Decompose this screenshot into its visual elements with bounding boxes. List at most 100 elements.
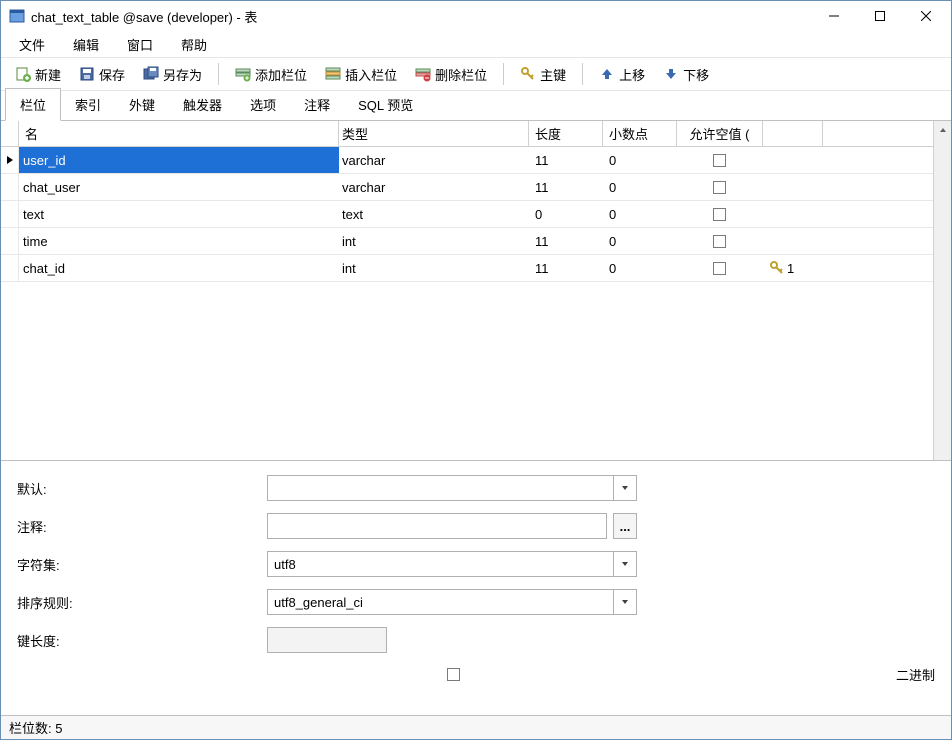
new-button[interactable]: 新建 bbox=[7, 61, 69, 88]
cell-length[interactable]: 11 bbox=[529, 174, 603, 200]
cell-type[interactable]: int bbox=[339, 228, 529, 254]
vertical-scrollbar[interactable] bbox=[933, 121, 951, 460]
delete-field-button[interactable]: 删除栏位 bbox=[407, 61, 495, 88]
cell-length[interactable]: 11 bbox=[529, 147, 603, 173]
save-button[interactable]: 保存 bbox=[71, 61, 133, 88]
primary-key-button[interactable]: 主键 bbox=[512, 61, 574, 88]
arrow-up-icon bbox=[599, 66, 615, 82]
table-row[interactable]: chat_idint1101 bbox=[1, 255, 933, 282]
move-up-button[interactable]: 上移 bbox=[591, 61, 653, 88]
collation-dropdown-button[interactable] bbox=[614, 589, 637, 615]
delete-field-label: 删除栏位 bbox=[435, 65, 487, 84]
menu-edit[interactable]: 编辑 bbox=[61, 31, 111, 58]
collation-label: 排序规则: bbox=[17, 593, 267, 612]
cell-length[interactable]: 0 bbox=[529, 201, 603, 227]
key-icon bbox=[520, 66, 536, 82]
cell-type[interactable]: text bbox=[339, 201, 529, 227]
allow-null-checkbox[interactable] bbox=[713, 154, 726, 167]
cell-allow-null[interactable] bbox=[677, 201, 763, 227]
toolbar-separator bbox=[218, 63, 219, 85]
tab-fields[interactable]: 栏位 bbox=[5, 88, 61, 121]
cell-type[interactable]: varchar bbox=[339, 147, 529, 173]
row-handle[interactable] bbox=[1, 147, 19, 173]
allow-null-checkbox[interactable] bbox=[713, 181, 726, 194]
col-decimals-header[interactable]: 小数点 bbox=[603, 121, 677, 146]
new-label: 新建 bbox=[35, 65, 61, 84]
toolbar-separator bbox=[503, 63, 504, 85]
cell-length[interactable]: 11 bbox=[529, 228, 603, 254]
default-label: 默认: bbox=[17, 479, 267, 498]
tabbar: 栏位 索引 外键 触发器 选项 注释 SQL 预览 bbox=[1, 91, 951, 121]
col-name-header[interactable]: 名 bbox=[19, 121, 339, 146]
statusbar: 栏位数: 5 bbox=[1, 715, 951, 739]
cell-decimals[interactable]: 0 bbox=[603, 147, 677, 173]
cell-length[interactable]: 11 bbox=[529, 255, 603, 281]
menu-file[interactable]: 文件 bbox=[7, 31, 57, 58]
table-row[interactable]: texttext00 bbox=[1, 201, 933, 228]
tab-indexes[interactable]: 索引 bbox=[61, 89, 115, 120]
cell-name[interactable]: chat_id bbox=[19, 255, 339, 281]
menu-help[interactable]: 帮助 bbox=[169, 31, 219, 58]
add-field-icon bbox=[235, 66, 251, 82]
cell-allow-null[interactable] bbox=[677, 255, 763, 281]
default-input[interactable] bbox=[267, 475, 614, 501]
arrow-down-icon bbox=[663, 66, 679, 82]
row-handle[interactable] bbox=[1, 174, 19, 200]
table-row[interactable]: chat_uservarchar110 bbox=[1, 174, 933, 201]
col-allow-null-header[interactable]: 允许空值 ( bbox=[677, 121, 763, 146]
cell-type[interactable]: varchar bbox=[339, 174, 529, 200]
tab-sql-preview[interactable]: SQL 预览 bbox=[344, 89, 427, 120]
row-handle[interactable] bbox=[1, 201, 19, 227]
table-row[interactable]: user_idvarchar110 bbox=[1, 147, 933, 174]
cell-type[interactable]: int bbox=[339, 255, 529, 281]
keylen-input bbox=[267, 627, 387, 653]
insert-field-button[interactable]: 插入栏位 bbox=[317, 61, 405, 88]
cell-decimals[interactable]: 0 bbox=[603, 201, 677, 227]
tab-options[interactable]: 选项 bbox=[236, 89, 290, 120]
grid-body[interactable]: user_idvarchar110chat_uservarchar110text… bbox=[1, 147, 933, 460]
cell-key bbox=[763, 201, 823, 227]
cell-decimals[interactable]: 0 bbox=[603, 255, 677, 281]
move-down-label: 下移 bbox=[683, 65, 709, 84]
charset-dropdown-button[interactable] bbox=[614, 551, 637, 577]
close-button[interactable] bbox=[903, 1, 949, 31]
tab-comment[interactable]: 注释 bbox=[290, 89, 344, 120]
allow-null-checkbox[interactable] bbox=[713, 262, 726, 275]
cell-name[interactable]: user_id bbox=[19, 147, 339, 173]
cell-decimals[interactable]: 0 bbox=[603, 174, 677, 200]
tab-triggers[interactable]: 触发器 bbox=[169, 89, 236, 120]
row-handle[interactable] bbox=[1, 228, 19, 254]
menu-window[interactable]: 窗口 bbox=[115, 31, 165, 58]
cell-name[interactable]: time bbox=[19, 228, 339, 254]
minimize-button[interactable] bbox=[811, 1, 857, 31]
comment-ellipsis-button[interactable]: ... bbox=[613, 513, 637, 539]
binary-checkbox[interactable] bbox=[447, 668, 460, 681]
move-down-button[interactable]: 下移 bbox=[655, 61, 717, 88]
field-properties: 默认: 注释: ... 字符集: 排序规则: 键长度: 二进制 bbox=[1, 461, 951, 715]
cell-allow-null[interactable] bbox=[677, 147, 763, 173]
tab-foreign-keys[interactable]: 外键 bbox=[115, 89, 169, 120]
comment-input[interactable] bbox=[267, 513, 607, 539]
col-type-header[interactable]: 类型 bbox=[339, 121, 529, 146]
table-row[interactable]: timeint110 bbox=[1, 228, 933, 255]
scroll-up-icon[interactable] bbox=[934, 121, 951, 139]
col-length-header[interactable]: 长度 bbox=[529, 121, 603, 146]
save-as-button[interactable]: 另存为 bbox=[135, 61, 210, 88]
cell-decimals[interactable]: 0 bbox=[603, 228, 677, 254]
toolbar: 新建 保存 另存为 添加栏位 插入栏位 删除栏位 主键 上移 下移 bbox=[1, 57, 951, 91]
cell-allow-null[interactable] bbox=[677, 228, 763, 254]
maximize-button[interactable] bbox=[857, 1, 903, 31]
default-dropdown-button[interactable] bbox=[614, 475, 637, 501]
allow-null-checkbox[interactable] bbox=[713, 235, 726, 248]
cell-name[interactable]: text bbox=[19, 201, 339, 227]
cell-name[interactable]: chat_user bbox=[19, 174, 339, 200]
charset-input[interactable] bbox=[267, 551, 614, 577]
charset-label: 字符集: bbox=[17, 555, 267, 574]
collation-input[interactable] bbox=[267, 589, 614, 615]
cell-allow-null[interactable] bbox=[677, 174, 763, 200]
grid-header: 名 类型 长度 小数点 允许空值 ( bbox=[1, 121, 933, 147]
add-field-button[interactable]: 添加栏位 bbox=[227, 61, 315, 88]
row-handle[interactable] bbox=[1, 255, 19, 281]
delete-field-icon bbox=[415, 66, 431, 82]
allow-null-checkbox[interactable] bbox=[713, 208, 726, 221]
